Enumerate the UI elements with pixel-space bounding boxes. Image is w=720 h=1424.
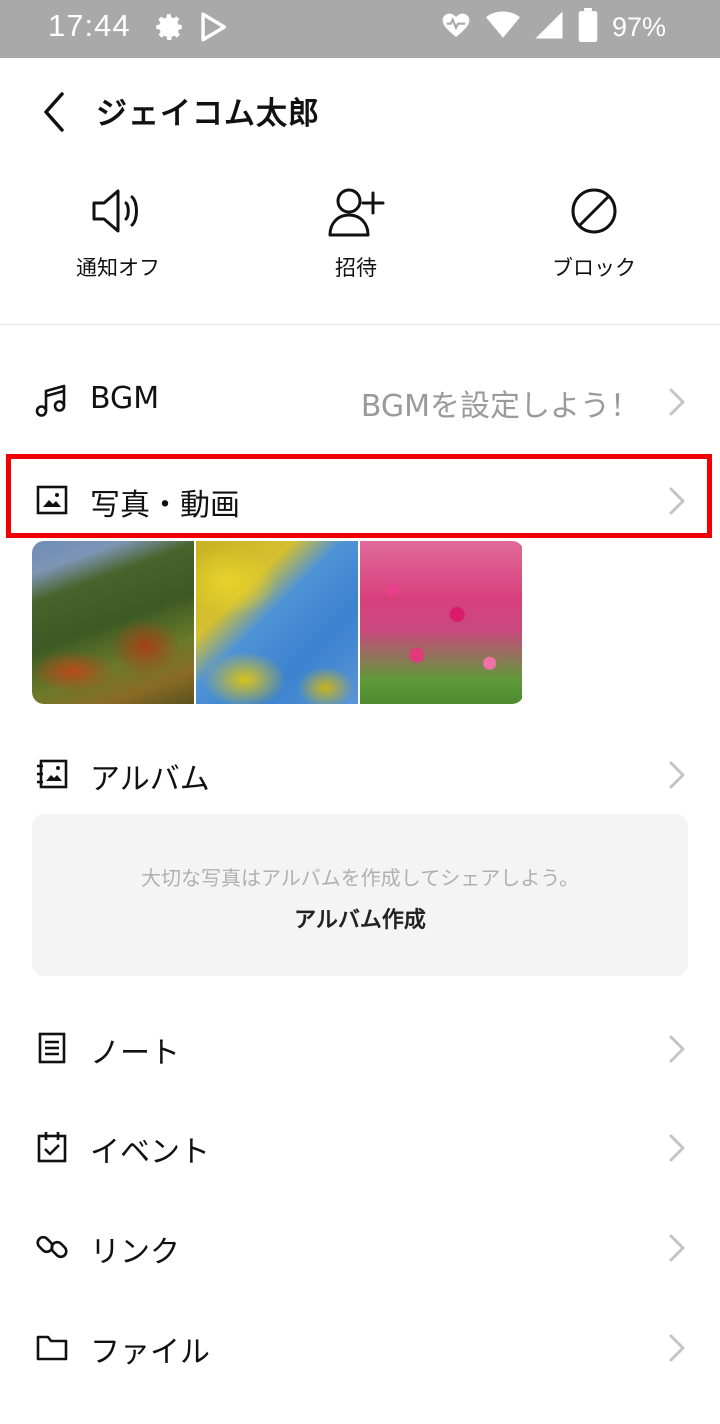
chevron-right-icon [668, 1333, 686, 1363]
mute-notifications-button[interactable]: 通知オフ [28, 182, 208, 282]
play-store-icon [196, 10, 230, 49]
bgm-label: BGM [90, 381, 160, 416]
link-icon [34, 1229, 70, 1265]
event-label: イベント [90, 1135, 210, 1170]
photo-thumbnails [32, 541, 524, 704]
chevron-right-icon [668, 760, 686, 790]
invite-label: 招待 [335, 256, 377, 280]
wifi-icon [485, 10, 520, 45]
block-button[interactable]: ブロック [504, 182, 684, 282]
album-icon [34, 756, 70, 792]
battery-percent: 97% [611, 12, 666, 42]
battery-icon [578, 8, 598, 47]
invite-button[interactable]: 招待 [266, 182, 446, 282]
chevron-right-icon [668, 1133, 686, 1163]
action-bar: 通知オフ 招待 ブロック [0, 182, 720, 292]
file-label: ファイル [90, 1335, 210, 1370]
back-button[interactable] [32, 88, 76, 136]
music-note-icon [34, 383, 70, 419]
photo-thumbnail-autumn-mountain[interactable] [32, 541, 194, 704]
block-label: ブロック [552, 256, 636, 280]
signal-icon [534, 10, 564, 45]
link-row[interactable]: リンク [0, 1207, 720, 1287]
header: ジェイコム太郎 [0, 58, 720, 168]
event-row[interactable]: イベント [0, 1107, 720, 1187]
heartbeat-icon [440, 9, 472, 46]
photo-thumbnail-ginkgo-tree[interactable] [196, 541, 358, 704]
divider [0, 324, 720, 325]
photo-thumbnail-cosmos-field[interactable] [360, 541, 522, 704]
folder-icon [34, 1329, 70, 1365]
note-icon [34, 1030, 70, 1066]
album-label: アルバム [90, 762, 210, 797]
bgm-row[interactable]: BGM BGMを設定しよう！ [0, 361, 720, 441]
mute-label: 通知オフ [76, 256, 160, 280]
speaker-icon [90, 186, 146, 240]
chevron-right-icon [668, 1233, 686, 1263]
album-create-card[interactable]: 大切な写真はアルバムを作成してシェアしよう。 アルバム作成 [32, 814, 688, 976]
album-row[interactable]: アルバム [0, 734, 720, 814]
gear-icon [152, 10, 186, 49]
note-label: ノート [90, 1036, 180, 1071]
album-create-button[interactable]: アルバム作成 [32, 902, 688, 934]
bgm-value: BGMを設定しよう！ [360, 389, 640, 424]
calendar-icon [34, 1129, 70, 1165]
chevron-right-icon [668, 387, 686, 417]
status-right: 97% [440, 8, 666, 47]
highlight-box [6, 454, 712, 538]
note-row[interactable]: ノート [0, 1008, 720, 1088]
page-title: ジェイコム太郎 [96, 96, 320, 132]
file-row[interactable]: ファイル [0, 1307, 720, 1387]
status-bar: 17:44 97% [0, 0, 720, 58]
chevron-left-icon [32, 92, 76, 140]
link-label: リンク [90, 1235, 180, 1270]
block-icon [569, 186, 619, 240]
chevron-right-icon [668, 1034, 686, 1064]
status-time: 17:44 [48, 8, 131, 43]
album-hint: 大切な写真はアルバムを作成してシェアしよう。 [141, 866, 579, 890]
add-person-icon [327, 185, 385, 241]
